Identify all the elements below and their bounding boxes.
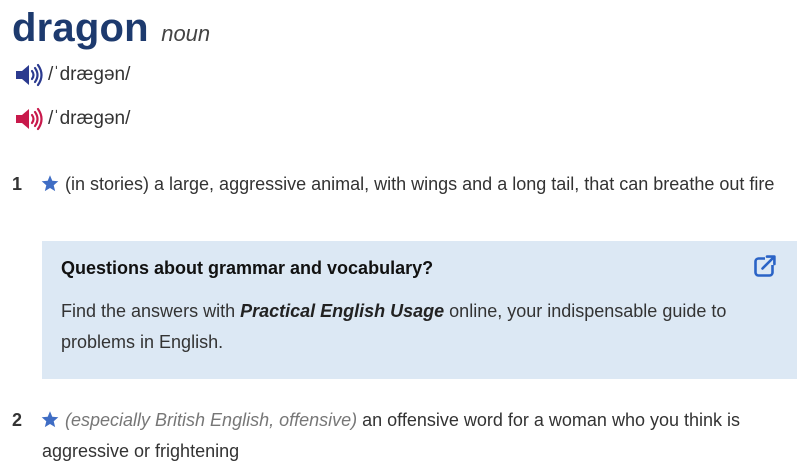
star-icon xyxy=(41,175,59,192)
grammar-promo-box: Questions about grammar and vocabulary? … xyxy=(42,241,797,379)
pronunciation-uk[interactable]: /ˈdræɡən/ xyxy=(14,62,130,88)
usage-labels: (especially British English, offensive) xyxy=(65,410,358,430)
pronunciation-ipa: /ˈdræɡən/ xyxy=(48,64,131,85)
headword: dragon xyxy=(12,6,149,50)
definition: (in stories) a large, aggressive animal,… xyxy=(65,174,775,194)
sense-number: 2 xyxy=(12,410,23,430)
promo-title: Questions about grammar and vocabulary? xyxy=(61,258,434,278)
pronunciation-us[interactable]: /ˈdræɡən/ xyxy=(14,106,130,132)
part-of-speech: noun xyxy=(161,21,211,46)
speaker-icon[interactable] xyxy=(14,62,44,88)
dictionary-entry: dragon noun /ˈdræɡən/ /ˈdræɡən/ 1 (in st… xyxy=(0,0,802,476)
speaker-icon[interactable] xyxy=(14,106,44,132)
promo-text-before: Find the answers with xyxy=(61,301,241,321)
sense-2: 2 (especially British English, offensive… xyxy=(0,405,790,467)
sense-number: 1 xyxy=(12,174,23,194)
sense-1: 1 (in stories) a large, aggressive anima… xyxy=(0,169,790,200)
entry-header: dragon noun xyxy=(12,6,210,51)
star-icon xyxy=(41,411,59,428)
external-link-icon[interactable] xyxy=(753,254,777,278)
promo-reference-link[interactable]: Practical English Usage xyxy=(240,301,444,321)
promo-text: Find the answers with Practical English … xyxy=(61,296,761,358)
pronunciation-ipa: /ˈdræɡən/ xyxy=(48,108,131,129)
